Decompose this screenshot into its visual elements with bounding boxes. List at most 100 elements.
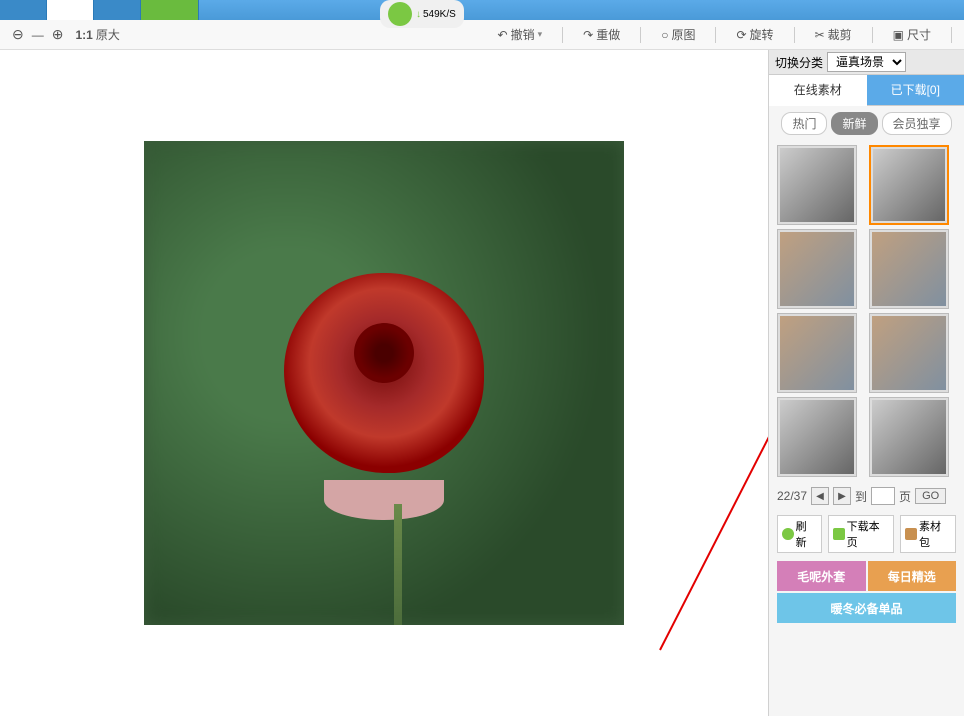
zoom-in-button[interactable]: ⊕ [48, 24, 68, 45]
filter-vip[interactable]: 会员独享 [882, 112, 952, 135]
original-button[interactable]: ○ 原图 [657, 24, 699, 45]
pack-icon [905, 528, 917, 540]
size-button[interactable]: ▣ 尺寸 [889, 24, 935, 45]
divider [951, 27, 952, 43]
thumb-image [872, 316, 946, 390]
rose-petals [284, 273, 484, 473]
redo-button[interactable]: ↷ 重做 [579, 24, 624, 45]
zoom-slider-placeholder[interactable]: — [32, 28, 44, 42]
zoom-out-button[interactable]: ⊖ [8, 24, 28, 45]
refresh-icon [782, 528, 794, 540]
thumb-image [873, 149, 945, 221]
thumbnail-7[interactable] [777, 397, 857, 477]
download-page-button[interactable]: 下载本页 [828, 515, 894, 553]
promo-1[interactable]: 毛呢外套 [777, 561, 866, 591]
size-label: 尺寸 [907, 26, 931, 43]
category-select[interactable]: 逼真场景 [827, 52, 906, 72]
panel-tabs: 在线素材 已下载[0] [769, 75, 964, 106]
divider [562, 27, 563, 43]
zoom-out-icon: ⊖ [12, 26, 24, 43]
top-tab-4[interactable] [141, 0, 199, 20]
thumbnail-3[interactable] [777, 229, 857, 309]
undo-label: 撤销 [511, 26, 535, 43]
thumbnail-8[interactable] [869, 397, 949, 477]
circle-icon: ○ [661, 28, 668, 42]
original-label: 原图 [671, 26, 695, 43]
thumbnail-2-selected[interactable] [869, 145, 949, 225]
panel-header: 切换分类 逼真场景 [769, 50, 964, 75]
download-arrow-icon: ↓ [416, 9, 421, 20]
promo-grid: 毛呢外套 每日精选 暖冬必备单品 [769, 557, 964, 627]
top-bar: ↓ 549K/S [0, 0, 964, 20]
redo-label: 重做 [596, 26, 620, 43]
thumb-image [780, 148, 854, 222]
rotate-icon: ⟳ [736, 28, 746, 42]
divider [715, 27, 716, 43]
rose-center [354, 323, 414, 383]
rotate-label: 旋转 [750, 26, 774, 43]
crop-button[interactable]: ✂ 裁剪 [811, 24, 856, 45]
thumbnail-4[interactable] [869, 229, 949, 309]
redo-icon: ↷ [583, 28, 593, 42]
canvas-area[interactable] [0, 50, 768, 716]
go-button[interactable]: GO [915, 488, 946, 504]
rotate-button[interactable]: ⟳ 旋转 [732, 24, 777, 45]
page-counter: 22/37 [777, 489, 807, 503]
promo-3[interactable]: 暖冬必备单品 [777, 593, 956, 623]
divider [794, 27, 795, 43]
zoom-ratio-button[interactable]: 1:1 原大 [71, 24, 123, 45]
download-label: 下载本页 [847, 518, 890, 550]
prev-page-button[interactable]: ◀ [811, 487, 829, 505]
pack-label: 素材包 [919, 518, 951, 550]
top-tab-1[interactable] [0, 0, 47, 20]
thumbnail-6[interactable] [869, 313, 949, 393]
tab-online-materials[interactable]: 在线素材 [769, 75, 867, 106]
main-image[interactable] [144, 141, 624, 625]
top-tabs [0, 0, 199, 20]
toolbar: ⊖ — ⊕ 1:1 原大 ↶ 撤销 ▾ ↷ 重做 ○ 原图 ⟳ 旋转 ✂ [0, 20, 964, 50]
action-row: 刷新 下载本页 素材包 [769, 511, 964, 557]
main-area: 切换分类 逼真场景 在线素材 已下载[0] 热门 新鲜 会员独享 [0, 50, 964, 716]
filter-hot[interactable]: 热门 [781, 112, 827, 135]
tab-downloaded[interactable]: 已下载[0] [867, 75, 964, 105]
rose-sepal [324, 480, 444, 520]
download-icon [833, 528, 845, 540]
filter-tabs: 热门 新鲜 会员独享 [769, 106, 964, 141]
thumb-image [872, 400, 946, 474]
next-page-button[interactable]: ▶ [833, 487, 851, 505]
thumb-image [780, 232, 854, 306]
rose-flower [284, 273, 484, 473]
side-panel: 切换分类 逼真场景 在线素材 已下载[0] 热门 新鲜 会员独享 [768, 50, 964, 716]
toolbar-right: ↶ 撤销 ▾ ↷ 重做 ○ 原图 ⟳ 旋转 ✂ 裁剪 ▣ 尺寸 [494, 24, 956, 45]
page-label: 页 [899, 488, 911, 505]
rose-stem [394, 504, 402, 625]
thumb-image [872, 232, 946, 306]
undo-button[interactable]: ↶ 撤销 ▾ [494, 24, 547, 45]
scissors-icon: ✂ [815, 28, 825, 42]
toolbar-left: ⊖ — ⊕ 1:1 原大 [8, 24, 124, 45]
zoom-in-icon: ⊕ [52, 26, 64, 43]
divider [872, 27, 873, 43]
speed-badge-icon [388, 2, 412, 26]
material-pack-button[interactable]: 素材包 [900, 515, 956, 553]
top-tab-active[interactable] [47, 0, 94, 20]
pagination: 22/37 ◀ ▶ 到 页 GO [769, 481, 964, 511]
size-icon: ▣ [893, 28, 904, 42]
top-tab-3[interactable] [94, 0, 141, 20]
zoom-label: 原大 [96, 26, 120, 43]
filter-fresh[interactable]: 新鲜 [831, 112, 877, 135]
promo-2[interactable]: 每日精选 [868, 561, 957, 591]
zoom-ratio: 1:1 [75, 28, 92, 42]
switch-category-label: 切换分类 [775, 54, 823, 71]
thumbnail-5[interactable] [777, 313, 857, 393]
divider [640, 27, 641, 43]
chevron-down-icon: ▾ [538, 29, 543, 40]
to-label: 到 [855, 488, 867, 505]
page-input[interactable] [871, 487, 895, 505]
refresh-button[interactable]: 刷新 [777, 515, 822, 553]
thumb-image [780, 316, 854, 390]
refresh-label: 刷新 [796, 518, 817, 550]
crop-label: 裁剪 [828, 26, 852, 43]
speed-indicator: ↓ 549K/S [380, 0, 464, 28]
thumbnail-1[interactable] [777, 145, 857, 225]
